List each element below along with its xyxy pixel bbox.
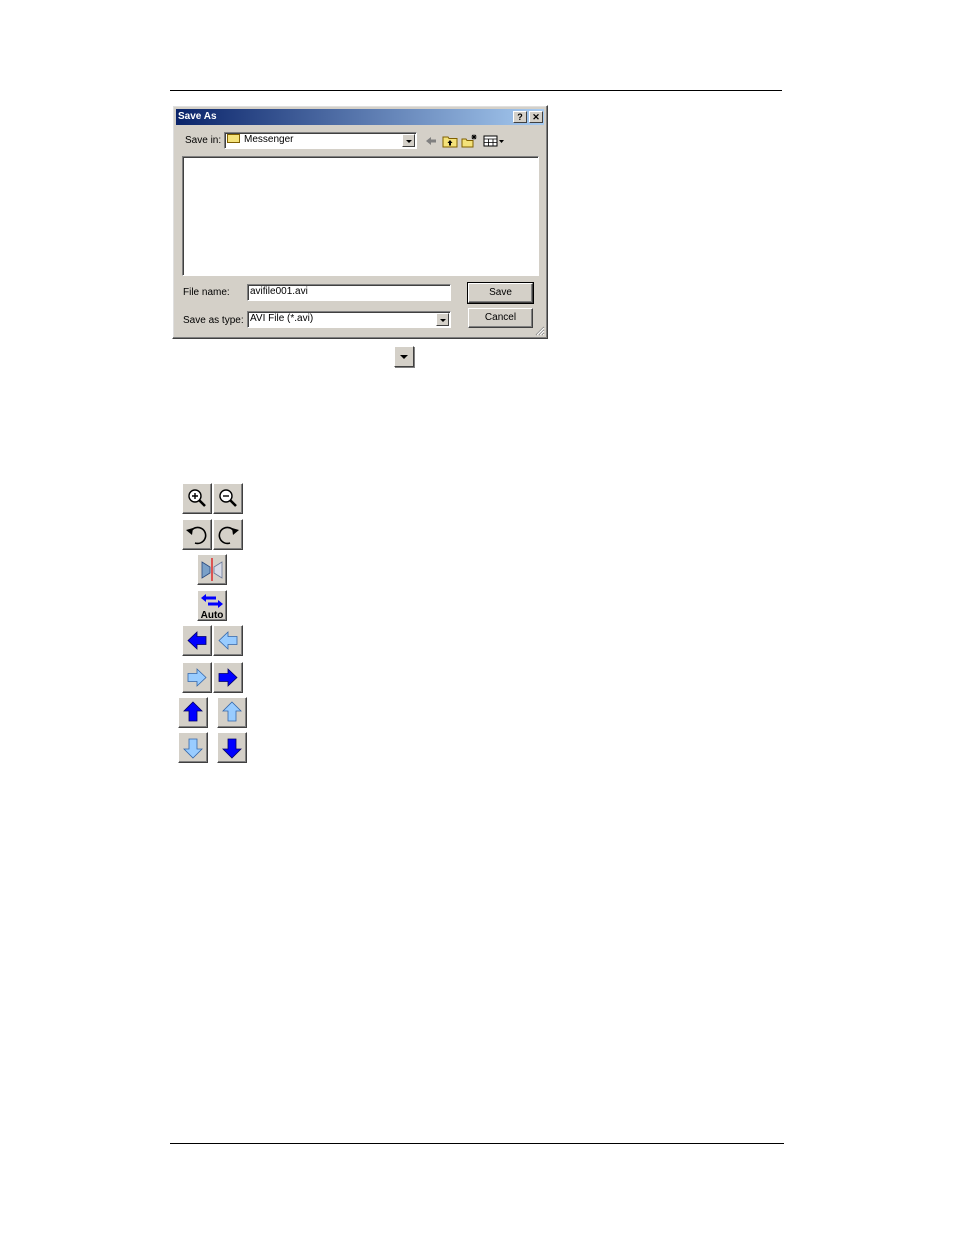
arrow-up-solid-button[interactable] xyxy=(178,697,208,728)
arrow-right-outline-icon xyxy=(187,668,207,687)
rotate-right-icon xyxy=(218,526,239,545)
save-as-type-value: AVI File (*.avi) xyxy=(250,313,314,324)
arrow-up-outline-icon xyxy=(222,701,242,722)
help-button[interactable]: ? xyxy=(513,111,527,123)
save-in-value: Messenger xyxy=(244,134,294,145)
zoom-in-icon xyxy=(188,489,206,507)
save-as-type-dropdown-button[interactable] xyxy=(436,313,449,326)
save-as-type-label: Save as type: xyxy=(183,315,244,326)
folder-icon xyxy=(227,134,240,143)
cancel-button[interactable]: Cancel xyxy=(468,308,533,328)
zoom-out-button[interactable] xyxy=(213,483,243,514)
arrow-right-solid-button[interactable] xyxy=(213,662,243,693)
file-name-input[interactable]: avifile001.avi xyxy=(247,284,451,301)
arrow-left-outline-icon xyxy=(218,631,238,650)
mirror-button[interactable] xyxy=(197,554,227,585)
arrow-down-outline-icon xyxy=(183,738,203,759)
auto-label: Auto xyxy=(201,610,224,620)
zoom-out-icon xyxy=(219,489,237,507)
arrow-up-solid-icon xyxy=(183,701,203,722)
save-as-type-combo[interactable]: AVI File (*.avi) xyxy=(247,311,451,328)
dialog-title: Save As xyxy=(178,111,217,122)
arrow-right-outline-button[interactable] xyxy=(182,662,212,693)
rotate-left-button[interactable] xyxy=(182,519,212,550)
arrow-left-outline-button[interactable] xyxy=(213,625,243,656)
arrow-down-solid-icon xyxy=(222,738,242,759)
arrow-left-solid-icon xyxy=(187,631,207,650)
save-in-label: Save in: xyxy=(185,135,222,146)
arrow-down-solid-button[interactable] xyxy=(217,732,247,763)
auto-swap-icon: Auto xyxy=(201,594,224,620)
save-in-dropdown-button[interactable] xyxy=(402,134,415,147)
save-button[interactable]: Save xyxy=(467,282,534,304)
view-menu-icon[interactable] xyxy=(483,134,505,148)
up-folder-icon[interactable] xyxy=(442,134,458,148)
auto-button[interactable]: Auto xyxy=(197,590,227,621)
dialog-titlebar: Save As ? ✕ xyxy=(176,109,544,125)
zoom-in-button[interactable] xyxy=(182,483,212,514)
footer-rule xyxy=(170,1143,784,1144)
arrow-down-outline-button[interactable] xyxy=(178,732,208,763)
save-in-combo[interactable]: Messenger xyxy=(224,132,417,149)
new-folder-icon[interactable] xyxy=(461,134,477,148)
file-name-label: File name: xyxy=(183,287,230,298)
close-button[interactable]: ✕ xyxy=(529,111,543,123)
arrow-right-solid-icon xyxy=(218,668,238,687)
arrow-left-solid-button[interactable] xyxy=(182,625,212,656)
file-list[interactable] xyxy=(182,156,539,276)
save-as-dialog: Save As ? ✕ Save in: Messenger File name… xyxy=(172,105,548,339)
dropdown-button[interactable] xyxy=(394,346,414,367)
rotate-left-icon xyxy=(186,526,207,545)
resize-grip-icon[interactable] xyxy=(535,326,545,336)
rotate-right-button[interactable] xyxy=(213,519,243,550)
back-icon[interactable] xyxy=(423,134,439,148)
mirror-icon xyxy=(201,558,223,581)
header-rule xyxy=(170,90,782,91)
arrow-up-outline-button[interactable] xyxy=(217,697,247,728)
